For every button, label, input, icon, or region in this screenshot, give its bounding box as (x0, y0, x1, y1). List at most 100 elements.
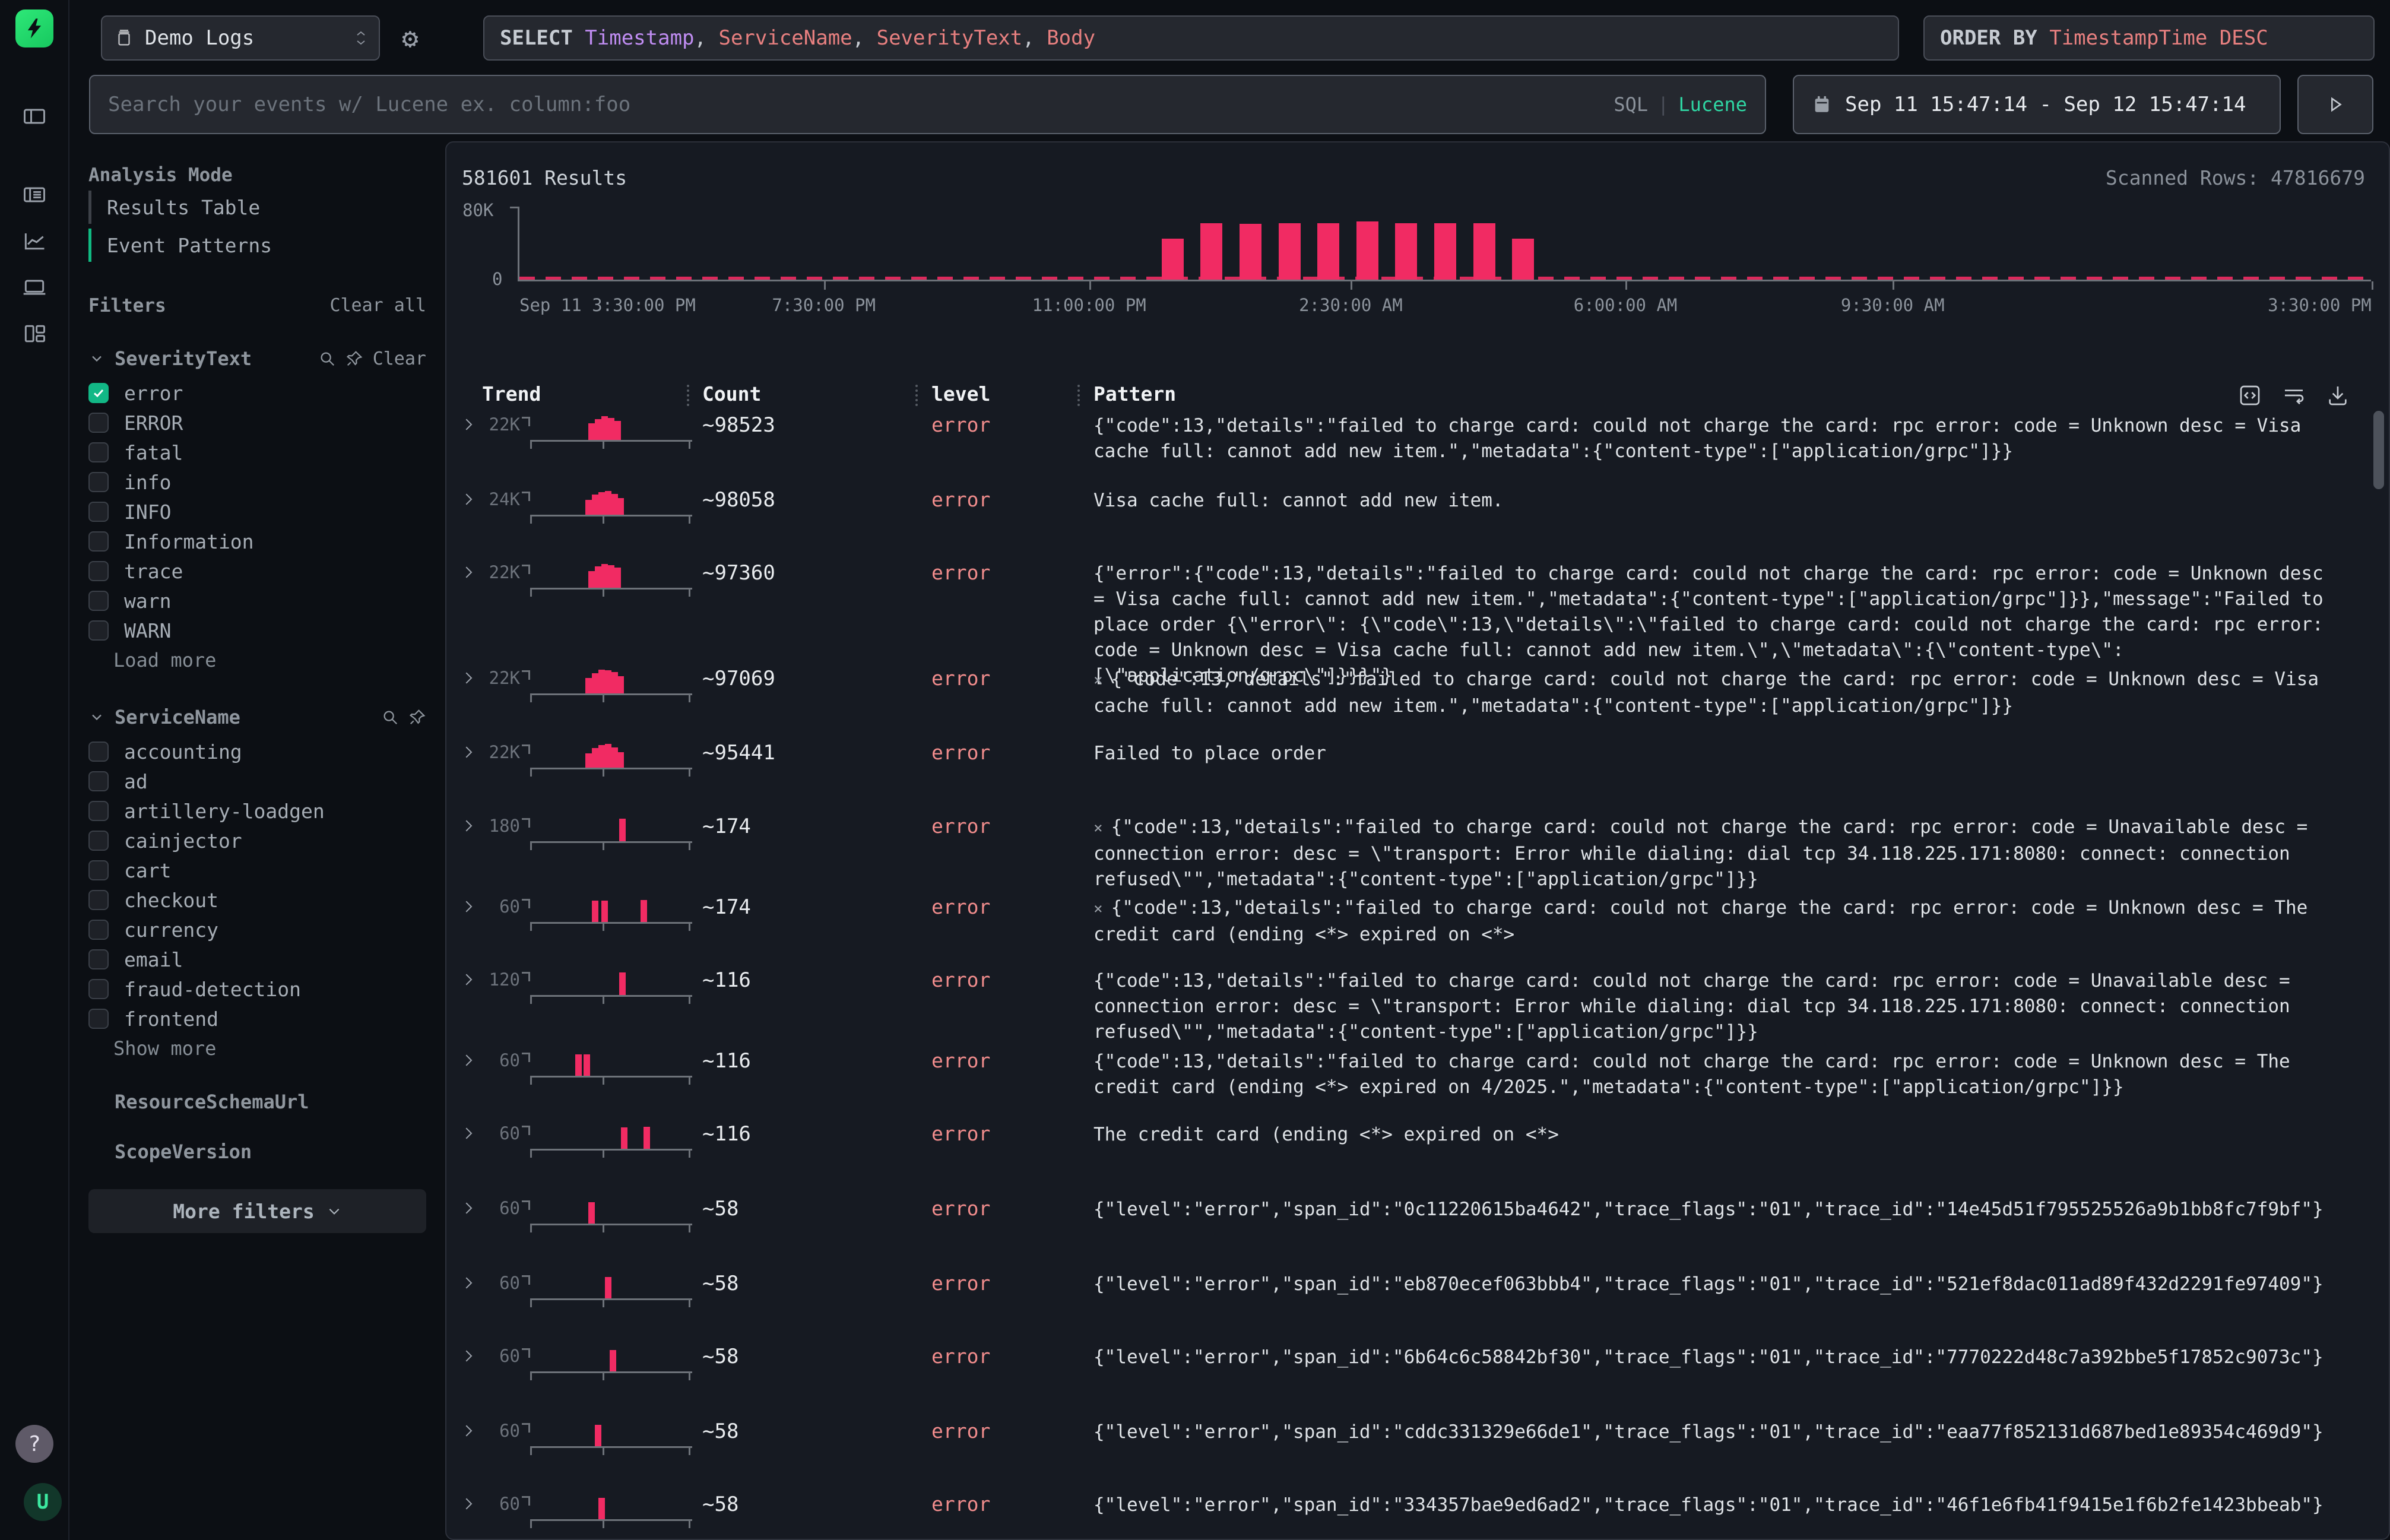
histogram-bar[interactable] (1395, 223, 1417, 280)
checkbox[interactable] (88, 860, 109, 880)
col-level[interactable]: level (931, 382, 990, 405)
filter-option-info[interactable]: INFO (88, 497, 426, 527)
chevron-right-icon[interactable] (88, 1094, 105, 1110)
filter-option-info[interactable]: info (88, 467, 426, 497)
histogram-bar[interactable] (1317, 223, 1339, 280)
filter-option-currency[interactable]: currency (88, 915, 426, 945)
order-by-input[interactable]: ORDER BY TimestampTime DESC (1923, 15, 2375, 61)
filter-section-header-scopeversion[interactable]: ScopeVersion (88, 1140, 426, 1163)
code-view-icon[interactable] (2238, 384, 2262, 407)
checkbox[interactable] (88, 890, 109, 910)
clear-all-link[interactable]: Clear all (329, 295, 426, 316)
histogram-bar[interactable] (1279, 223, 1301, 280)
dismiss-icon[interactable]: × (1093, 671, 1103, 689)
results-histogram[interactable]: 80K 0 Sep 11 3:30:00 PM7:30:00 PM11:00:0… (518, 208, 2371, 281)
date-range-picker[interactable]: Sep 11 15:47:14 - Sep 12 15:47:14 (1793, 75, 2281, 134)
histogram-bar[interactable] (1162, 239, 1184, 280)
select-query-input[interactable]: SELECT Timestamp, ServiceName, SeverityT… (483, 15, 1899, 61)
chevron-down-icon[interactable] (88, 350, 105, 367)
checkbox[interactable] (88, 472, 109, 492)
checkbox[interactable] (88, 502, 109, 522)
load-more-link[interactable]: Show more (88, 1034, 426, 1063)
filter-option-ad[interactable]: ad (88, 766, 426, 796)
search-icon[interactable] (381, 708, 399, 726)
checkbox[interactable] (88, 442, 109, 462)
checkbox[interactable] (88, 920, 109, 940)
checkbox[interactable] (88, 831, 109, 851)
source-settings-gear-icon[interactable]: ⚙ (402, 15, 419, 61)
histogram-bar[interactable] (1200, 223, 1222, 280)
dashboards-icon[interactable] (18, 317, 51, 350)
checkbox[interactable] (88, 413, 109, 433)
histogram-bar[interactable] (1473, 223, 1495, 280)
filter-option-cart[interactable]: cart (88, 855, 426, 885)
filter-option-cainjector[interactable]: cainjector (88, 826, 426, 855)
filter-option-checkout[interactable]: checkout (88, 885, 426, 915)
chevron-right-icon[interactable] (88, 1143, 105, 1160)
table-scrollbar[interactable] (2373, 411, 2384, 489)
logs-icon[interactable] (18, 178, 51, 211)
histogram-bar[interactable] (1512, 239, 1534, 280)
histogram-bar[interactable] (1356, 221, 1378, 280)
histogram-bar[interactable] (1434, 223, 1456, 280)
chart-icon[interactable] (18, 224, 51, 258)
terminal-icon[interactable] (18, 271, 51, 304)
source-select[interactable]: Demo Logs (101, 15, 380, 61)
filter-section-header-severitytext[interactable]: SeverityTextClear (88, 347, 426, 370)
load-more-link[interactable]: Load more (88, 645, 426, 675)
filter-option-fatal[interactable]: fatal (88, 438, 426, 467)
search-input[interactable]: Search your events w/ Lucene ex. column:… (89, 75, 1766, 134)
col-count[interactable]: Count (702, 382, 761, 405)
filter-option-trace[interactable]: trace (88, 556, 426, 586)
panel-toggle-icon[interactable] (18, 100, 51, 133)
checkbox[interactable] (88, 561, 109, 581)
app-logo-icon[interactable] (15, 9, 53, 47)
filter-option-information[interactable]: Information (88, 527, 426, 556)
chevron-down-icon[interactable] (88, 709, 105, 725)
col-trend[interactable]: Trend (482, 382, 541, 405)
dismiss-icon[interactable]: × (1093, 900, 1103, 918)
checkbox[interactable] (88, 620, 109, 641)
filter-option-email[interactable]: email (88, 945, 426, 974)
filter-option-error[interactable]: error (88, 378, 426, 408)
filter-section-header-servicename[interactable]: ServiceName (88, 706, 426, 728)
filter-option-artillery-loadgen[interactable]: artillery-loadgen (88, 796, 426, 826)
analysis-mode-results-table[interactable]: Results Table (88, 191, 426, 224)
pin-icon[interactable] (408, 708, 426, 726)
checkbox[interactable] (88, 801, 109, 821)
analysis-mode-event-patterns[interactable]: Event Patterns (88, 229, 426, 262)
checkbox[interactable] (88, 591, 109, 611)
search-icon[interactable] (318, 350, 336, 367)
checkbox[interactable] (88, 771, 109, 791)
filter-option-warn[interactable]: WARN (88, 616, 426, 645)
filter-option-fraud-detection[interactable]: fraud-detection (88, 974, 426, 1004)
checkbox[interactable] (88, 383, 109, 403)
checkbox[interactable] (88, 949, 109, 969)
histogram-bar[interactable] (1240, 224, 1261, 280)
avatar[interactable]: U (24, 1483, 62, 1521)
run-query-button[interactable] (2297, 75, 2373, 134)
mode-lucene[interactable]: Lucene (1678, 93, 1747, 116)
filter-option-accounting[interactable]: accounting (88, 737, 426, 766)
filter-option-frontend[interactable]: frontend (88, 1004, 426, 1034)
checkbox[interactable] (88, 1009, 109, 1029)
filter-option-warn[interactable]: warn (88, 586, 426, 616)
more-filters-button[interactable]: More filters (88, 1189, 426, 1233)
filter-option-error[interactable]: ERROR (88, 408, 426, 438)
pin-icon[interactable] (408, 1093, 426, 1111)
pin-icon[interactable] (345, 350, 363, 367)
clear-filter-link[interactable]: Clear (373, 348, 426, 369)
download-icon[interactable] (2326, 384, 2350, 407)
trend-sparkline (530, 744, 692, 769)
pin-icon[interactable] (408, 1143, 426, 1161)
filter-section-header-resourceschemaurl[interactable]: ResourceSchemaUrl (88, 1091, 426, 1113)
x-axis-label: Sep 11 3:30:00 PM (519, 295, 696, 315)
checkbox[interactable] (88, 531, 109, 552)
help-button[interactable]: ? (15, 1425, 53, 1463)
checkbox[interactable] (88, 979, 109, 999)
dismiss-icon[interactable]: × (1093, 819, 1103, 837)
col-pattern[interactable]: Pattern (1093, 382, 1176, 405)
mode-sql[interactable]: SQL (1614, 93, 1648, 116)
wrap-lines-icon[interactable] (2282, 384, 2306, 407)
checkbox[interactable] (88, 742, 109, 762)
